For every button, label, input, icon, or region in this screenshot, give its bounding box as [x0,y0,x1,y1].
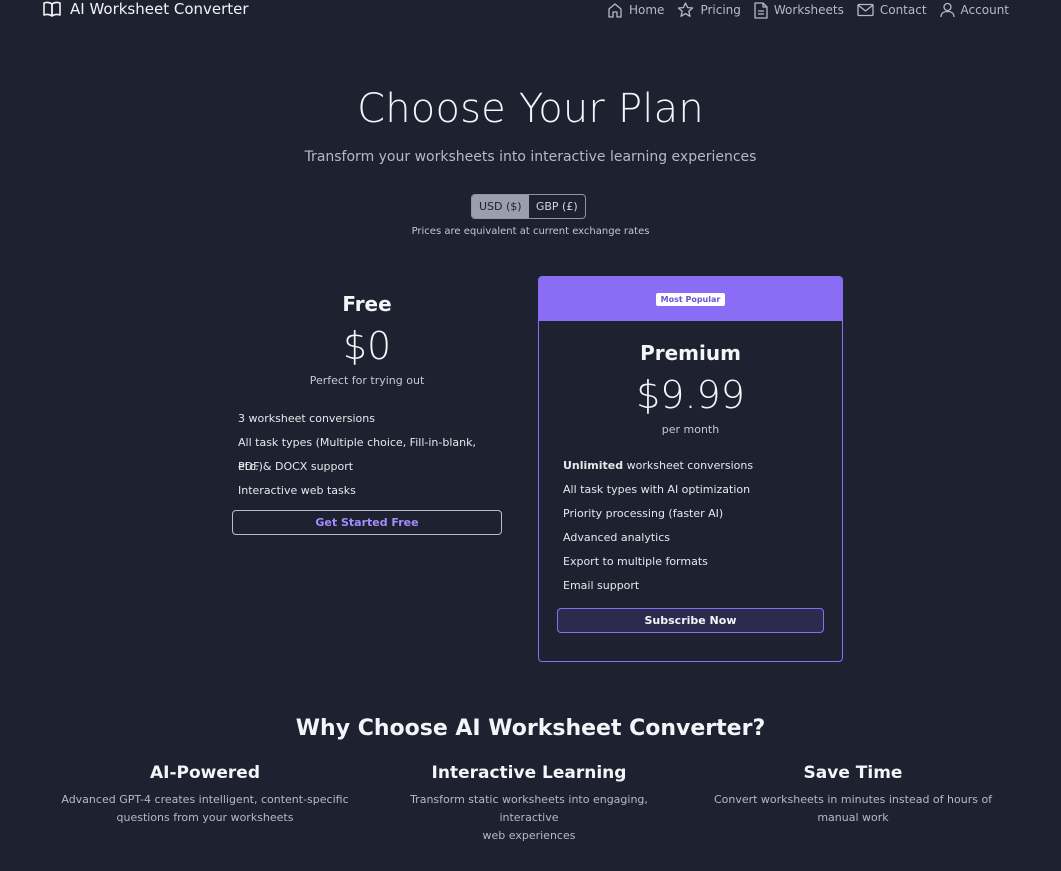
free-plan-name: Free [342,292,392,316]
nav-account[interactable]: Account [939,0,1009,20]
document-icon [754,1,768,19]
feature-item: 3 worksheet conversions [238,412,375,425]
home-icon [607,2,623,18]
nav-home-label: Home [629,3,665,17]
currency-toggle: USD ($) GBP (£) [471,194,586,219]
free-plan-features: 3 worksheet conversions All task types (… [232,407,502,503]
premium-plan-name: Premium [640,341,741,365]
get-started-free-button[interactable]: Get Started Free [232,510,502,535]
nav-pricing[interactable]: Pricing [677,0,741,20]
premium-plan-price: $9.99 [636,373,745,417]
feature-description-line: Transform static worksheets into engagin… [410,793,648,824]
nav-contact[interactable]: Contact [857,0,927,20]
mail-icon [857,3,874,17]
feature-item: Priority processing (faster AI) [563,507,724,520]
currency-usd-button[interactable]: USD ($) [472,195,529,218]
feature-item: All task types (Multiple choice, Fill-in… [238,436,476,473]
feature-description-line: manual work [817,811,889,824]
why-choose-heading: Why Choose AI Worksheet Converter? [295,716,766,741]
page-title: Choose Your Plan [357,86,704,132]
feature-interactive-learning: Interactive Learning Transform static wo… [379,763,679,845]
nav-pricing-label: Pricing [700,3,741,17]
feature-item: Advanced analytics [563,531,670,544]
page-subtitle: Transform your worksheets into interacti… [304,149,757,165]
subscribe-now-button[interactable]: Subscribe Now [557,608,824,633]
feature-title: Save Time [803,763,903,783]
feature-title: Interactive Learning [431,763,627,783]
feature-title: AI-Powered [150,763,260,783]
feature-item: All task types with AI optimization [563,483,751,496]
premium-plan-features: Unlimited worksheet conversions All task… [539,454,842,598]
feature-item: Interactive web tasks [238,484,356,497]
feature-description-line: web experiences [482,829,576,842]
book-icon [43,1,61,17]
premium-plan-card: Most Popular Premium $9.99 per month Unl… [538,276,843,662]
feature-bold: Unlimited [563,459,624,472]
feature-description: Convert worksheets in minutes instead of… [703,791,1003,827]
feature-item: Export to multiple formats [563,555,708,568]
feature-description-line: Convert worksheets in minutes instead of… [713,793,993,806]
feature-text: worksheet conversions [623,459,754,472]
nav-home[interactable]: Home [607,0,664,20]
feature-ai-powered: AI-Powered Advanced GPT-4 creates intell… [55,763,355,827]
star-icon [677,2,694,18]
feature-description: Transform static worksheets into engagin… [379,791,679,845]
feature-item: Email support [563,579,640,592]
top-nav: AI Worksheet Converter Home Pricing Work… [0,0,1061,20]
premium-plan-header: Most Popular [539,277,842,321]
nav-worksheets-label: Worksheets [773,3,844,17]
exchange-rate-note: Prices are equivalent at current exchang… [411,226,650,237]
nav-worksheets[interactable]: Worksheets [754,0,844,20]
brand-name: AI Worksheet Converter [70,0,249,18]
feature-description-line: questions from your worksheets [116,811,294,824]
free-plan-price: $0 [342,324,392,368]
premium-plan-period: per month [661,423,720,436]
nav-account-label: Account [960,3,1009,17]
feature-save-time: Save Time Convert worksheets in minutes … [703,763,1003,827]
feature-description: Advanced GPT-4 creates intelligent, cont… [55,791,355,827]
feature-item: Unlimited worksheet conversions [563,454,842,478]
free-plan-card: Free $0 Perfect for trying out 3 workshe… [232,292,502,535]
most-popular-badge: Most Popular [655,292,726,306]
feature-description-line: Advanced GPT-4 creates intelligent, cont… [61,793,349,806]
user-icon [939,2,955,18]
nav-links: Home Pricing Worksheets Contact Account [607,0,1009,20]
brand[interactable]: AI Worksheet Converter [43,0,249,18]
currency-gbp-button[interactable]: GBP (£) [529,195,586,218]
free-plan-description: Perfect for trying out [309,374,425,387]
feature-item: PDF & DOCX support [238,460,354,473]
nav-contact-label: Contact [879,3,927,17]
